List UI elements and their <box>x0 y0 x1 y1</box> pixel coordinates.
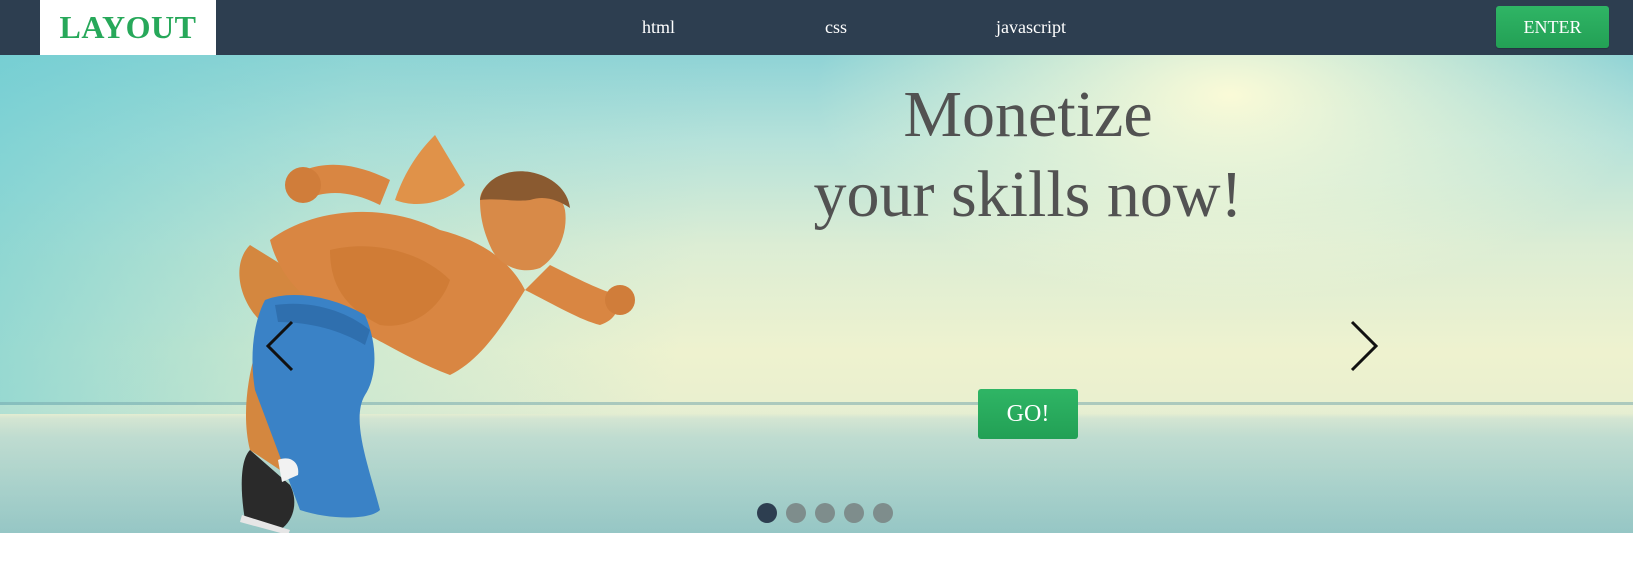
slider-dot-1[interactable] <box>757 503 777 523</box>
nav-link-javascript[interactable]: javascript <box>996 0 1066 55</box>
chevron-left-icon[interactable] <box>262 318 302 374</box>
slider-dot-4[interactable] <box>844 503 864 523</box>
headline-line-1: Monetize <box>903 78 1153 151</box>
nav-link-html[interactable]: html <box>642 0 675 55</box>
nav-link-css[interactable]: css <box>825 0 847 55</box>
top-navbar: LAYOUT html css javascript ENTER <box>0 0 1633 55</box>
chevron-right-icon[interactable] <box>1346 318 1386 374</box>
go-button[interactable]: GO! <box>978 389 1078 439</box>
hero-slider: Monetize your skills now! GO! <box>0 55 1633 533</box>
slider-dot-2[interactable] <box>786 503 806 523</box>
runner-image <box>239 135 635 533</box>
slider-dot-5[interactable] <box>873 503 893 523</box>
slider-pagination <box>757 503 893 523</box>
hero-headline: Monetize your skills now! <box>728 75 1328 235</box>
headline-line-2: your skills now! <box>813 158 1243 231</box>
enter-button[interactable]: ENTER <box>1496 6 1609 48</box>
slider-dot-3[interactable] <box>815 503 835 523</box>
site-logo[interactable]: LAYOUT <box>40 0 216 55</box>
